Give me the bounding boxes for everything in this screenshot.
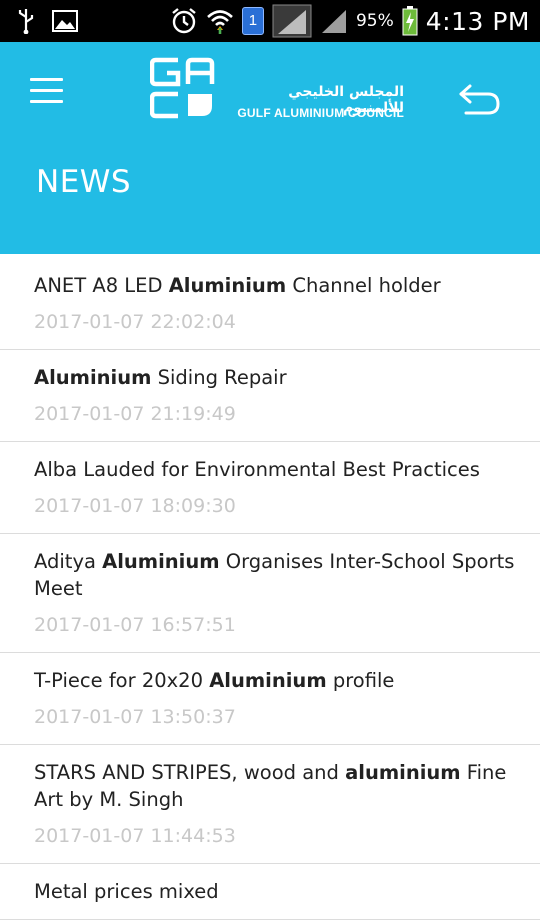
battery-percent: 95% <box>355 11 394 31</box>
news-date: 2017-01-07 18:09:30 <box>34 495 236 517</box>
wifi-icon <box>207 10 233 34</box>
news-title-text: Alba Lauded for Environmental Best Pract… <box>34 458 480 481</box>
news-date: 2017-01-07 13:50:37 <box>34 706 236 728</box>
news-title-keyword: Aluminium <box>34 366 152 389</box>
app-header: المجلس الخليجي للألمنيوم GULF ALUMINIUM … <box>0 42 540 254</box>
usb-icon <box>18 9 34 34</box>
news-title-text: Siding Repair <box>151 366 287 389</box>
status-bar-right: 1 95% 4:13 PM <box>162 4 530 38</box>
gac-logo: المجلس الخليجي للألمنيوم GULF ALUMINIUM … <box>150 54 410 124</box>
back-arrow-icon[interactable] <box>458 78 504 118</box>
clock: 4:13 PM <box>425 6 530 36</box>
news-title: ANET A8 LED Aluminium Channel holder <box>34 272 516 299</box>
news-title: Aluminium Siding Repair <box>34 364 516 391</box>
logo-english-text: GULF ALUMINIUM COUNCIL <box>237 106 404 120</box>
gac-logo-mark <box>150 57 215 119</box>
news-title-text: T-Piece for 20x20 <box>34 669 210 692</box>
signal-strength-icon <box>321 10 346 33</box>
news-list-item[interactable]: Aditya Aluminium Organises Inter-School … <box>0 534 540 653</box>
news-list-item[interactable]: Aluminium Siding Repair 2017-01-07 21:19:… <box>0 350 540 442</box>
news-list-item[interactable]: STARS AND STRIPES, wood and aluminium Fi… <box>0 745 540 864</box>
news-title-text: Aditya <box>34 550 103 573</box>
status-bar: 1 95% 4:13 PM <box>0 0 540 42</box>
page-title: NEWS <box>36 164 132 200</box>
news-list-item[interactable]: Alba Lauded for Environmental Best Pract… <box>0 442 540 534</box>
news-title-keyword: aluminium <box>345 761 461 784</box>
news-list-item[interactable]: T-Piece for 20x20 Aluminium profile 2017-… <box>0 653 540 745</box>
news-list-item[interactable]: ANET A8 LED Aluminium Channel holder 2017… <box>0 258 540 350</box>
news-title: Alba Lauded for Environmental Best Pract… <box>34 456 516 483</box>
news-title: Aditya Aluminium Organises Inter-School … <box>34 548 516 602</box>
news-title-text: profile <box>326 669 395 692</box>
news-title-text: STARS AND STRIPES, wood and <box>34 761 346 784</box>
hamburger-menu-icon[interactable] <box>30 78 66 106</box>
news-list: ANET A8 LED Aluminium Channel holder 2017… <box>0 258 540 920</box>
news-title: Metal prices mixed <box>34 878 516 905</box>
news-title-keyword: Aluminium <box>168 274 287 297</box>
signal-icon <box>272 4 312 38</box>
news-title: T-Piece for 20x20 Aluminium profile <box>34 667 516 694</box>
news-date: 2017-01-07 11:44:53 <box>34 825 236 847</box>
news-date: 2017-01-07 21:19:49 <box>34 403 236 425</box>
news-title-text: Channel holder <box>286 274 441 297</box>
news-date: 2017-01-07 22:02:04 <box>34 311 236 333</box>
news-title-text: ANET A8 LED <box>34 274 169 297</box>
news-title: STARS AND STRIPES, wood and aluminium Fi… <box>34 759 516 813</box>
status-bar-left <box>18 8 96 34</box>
gallery-icon <box>52 10 78 32</box>
alarm-icon <box>172 8 196 34</box>
news-date: 2017-01-07 16:57:51 <box>34 614 236 636</box>
battery-icon <box>402 6 418 36</box>
news-list-item[interactable]: Metal prices mixed <box>0 864 540 920</box>
notification-badge-icon: 1 <box>241 7 264 35</box>
news-title-keyword: Aluminium <box>209 669 327 692</box>
news-title-keyword: Aluminium <box>102 550 220 573</box>
